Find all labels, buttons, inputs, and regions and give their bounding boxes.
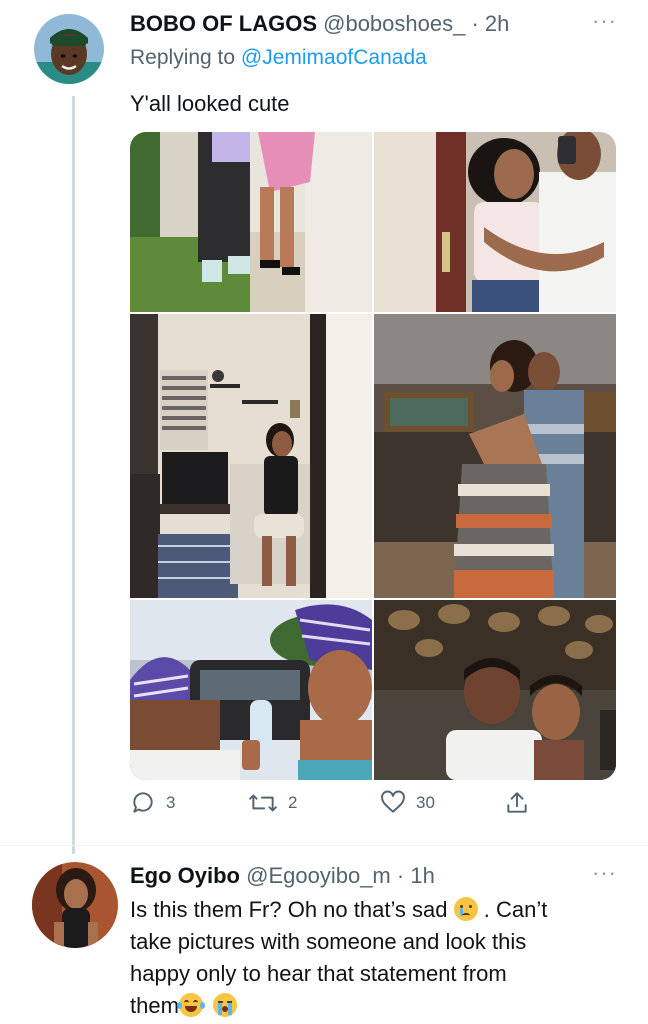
tweet-text-line: take pictures with someone and look this xyxy=(130,929,527,954)
tweet-text-part: . Can’t xyxy=(483,897,548,922)
separator-dot: · xyxy=(471,11,479,36)
tweet-header: BOBO OF LAGOS @boboshoes_ · 2h xyxy=(130,10,509,38)
photo-restaurant[interactable] xyxy=(374,600,616,780)
more-options-icon[interactable]: ··· xyxy=(592,8,617,34)
timestamp[interactable]: 2h xyxy=(485,11,509,36)
photo-couple-feet[interactable] xyxy=(130,132,372,312)
tweet-text: Y'all looked cute xyxy=(130,91,290,116)
tweet-text-part: them xyxy=(130,993,179,1018)
share-button[interactable] xyxy=(504,790,530,816)
separator-dot: · xyxy=(396,863,405,888)
reply-button[interactable]: 3 xyxy=(130,790,175,816)
retweet-icon xyxy=(249,794,277,812)
reply-icon xyxy=(133,792,153,813)
user-handle[interactable]: @Egooyibo_m xyxy=(246,863,391,888)
retweet-button[interactable]: 2 xyxy=(248,790,297,816)
like-count: 30 xyxy=(416,793,435,812)
loudly-crying-emoji xyxy=(213,993,238,1017)
heart-icon xyxy=(381,790,405,813)
thread-line xyxy=(72,96,75,854)
photo-couple-selfie[interactable] xyxy=(374,132,616,312)
user-handle[interactable]: @boboshoes_ xyxy=(323,11,465,36)
like-button[interactable]: 30 xyxy=(380,790,435,816)
tweet-divider xyxy=(0,845,648,846)
avatar[interactable] xyxy=(32,862,118,948)
crying-face-emoji xyxy=(453,897,478,921)
tweet-actions: 3 2 30 xyxy=(130,790,616,826)
reply-count: 3 xyxy=(166,793,176,812)
tweet-text-line: them xyxy=(130,990,630,1022)
retweet-count: 2 xyxy=(288,793,298,812)
photo-traditional[interactable] xyxy=(130,600,372,780)
replying-to: Replying to @JemimaofCanada xyxy=(130,46,427,70)
media-grid xyxy=(130,132,616,780)
display-name[interactable]: BOBO OF LAGOS xyxy=(130,11,317,36)
photo-couple-hug[interactable] xyxy=(374,314,616,598)
tears-of-joy-emoji xyxy=(176,993,205,1017)
timestamp[interactable]: 1h xyxy=(410,863,434,888)
display-name[interactable]: Ego Oyibo xyxy=(130,863,240,888)
tweet-header: Ego Oyibo @Egooyibo_m · 1h xyxy=(130,862,435,890)
share-icon xyxy=(507,792,527,813)
avatar[interactable] xyxy=(34,14,104,84)
tweet-text-line: Is this them Fr? Oh no that’s sad . Can’… xyxy=(130,894,630,926)
tweet-text: Is this them Fr? Oh no that’s sad . Can’… xyxy=(130,894,630,1022)
photo-bedroom-selfie[interactable] xyxy=(130,314,372,598)
more-options-icon[interactable]: ··· xyxy=(592,860,617,886)
replying-label: Replying to xyxy=(130,46,236,69)
tweet-text-line: happy only to hear that statement from xyxy=(130,961,507,986)
mention-link[interactable]: @JemimaofCanada xyxy=(241,46,427,69)
tweet-text-part: Is this them Fr? Oh no that’s sad xyxy=(130,897,448,922)
